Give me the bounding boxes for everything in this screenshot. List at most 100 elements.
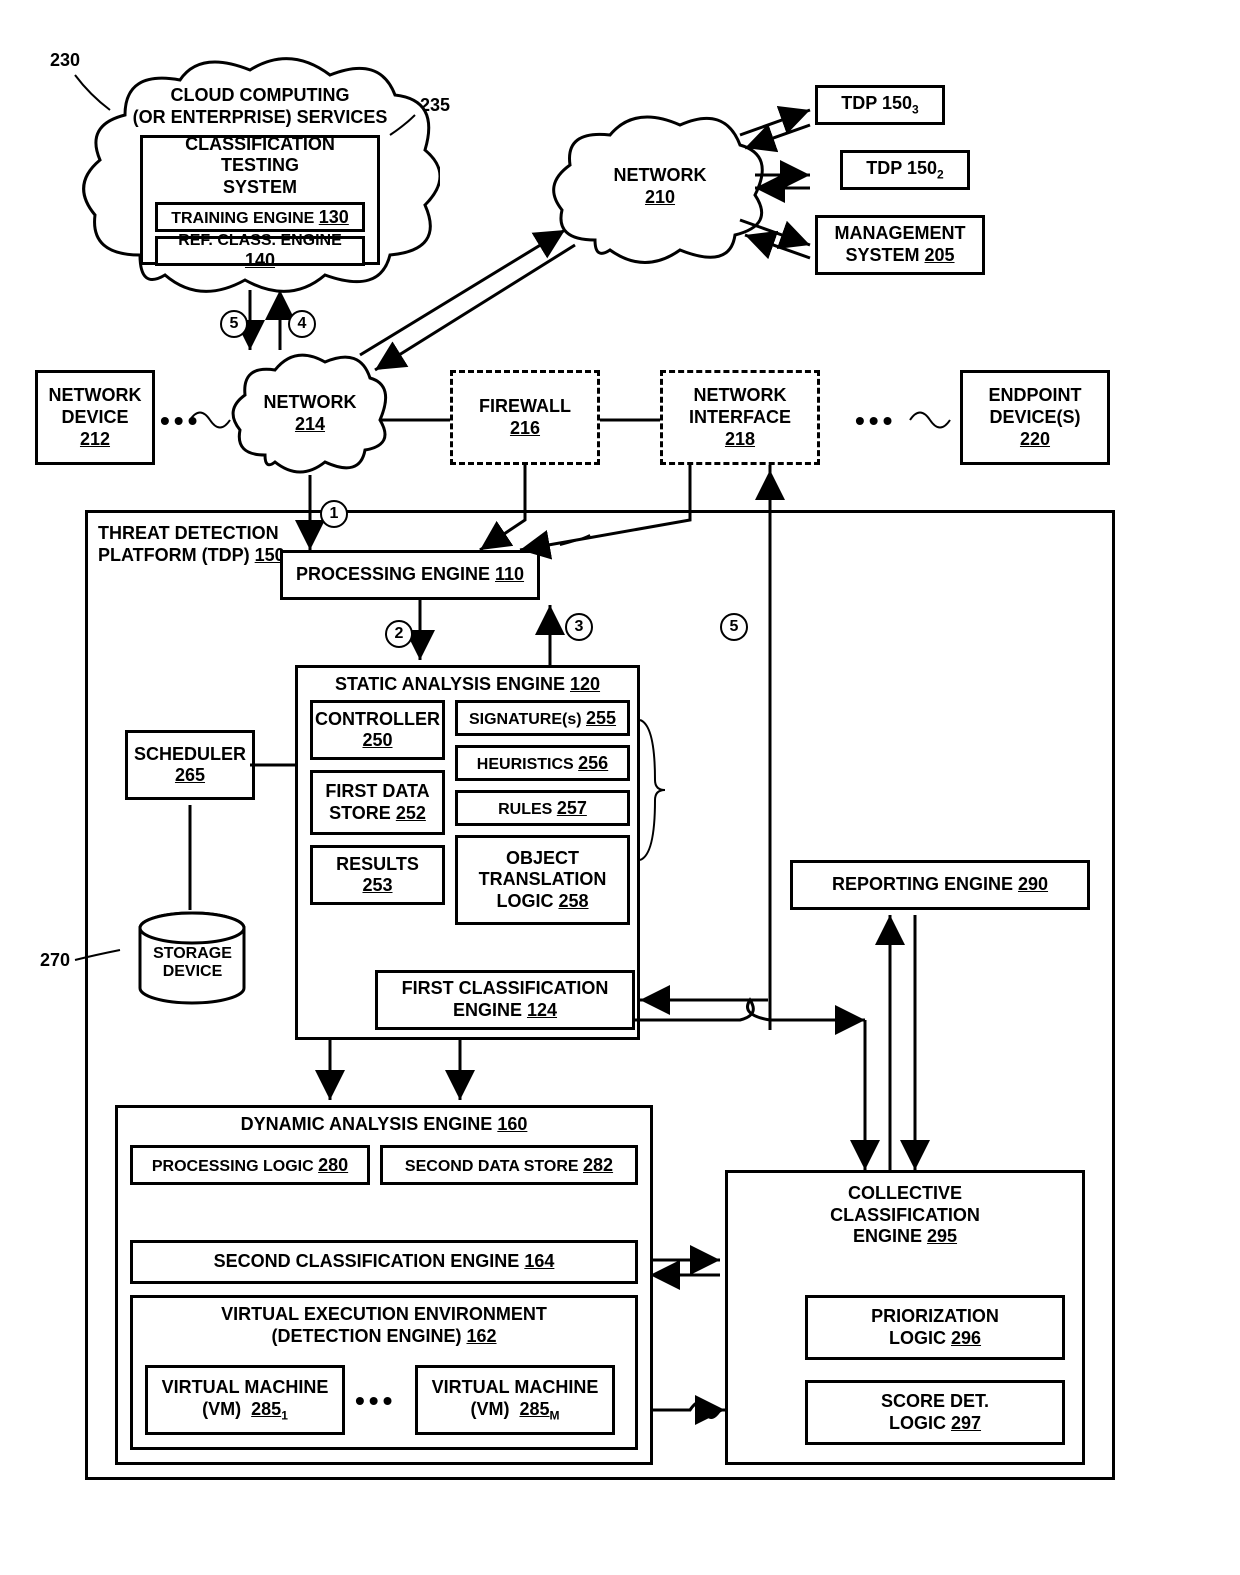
endpoint-l1: ENDPOINT [988,385,1081,407]
rep-ref: 290 [1018,874,1048,894]
net214-label: NETWORK [230,392,390,414]
rules-label: RULES [498,801,552,818]
col-ref: 295 [927,1226,957,1246]
ctrl-label: CONTROLLER [315,709,440,731]
scheduler: SCHEDULER 265 [125,730,255,800]
prior-l2: LOGIC [889,1328,946,1348]
tdp-t1: THREAT DETECTION [98,523,279,543]
dyn-ref: 160 [497,1114,527,1134]
training-ref: 130 [319,207,349,227]
storage-device: STORAGE DEVICE [135,910,250,1015]
vm-m: VIRTUAL MACHINE (VM) 285M [415,1365,615,1435]
firewall-label: FIREWALL [479,396,571,418]
mgmt-l2: SYSTEM [845,245,919,265]
network-device: NETWORK DEVICE 212 [35,370,155,465]
mgmt-l1: MANAGEMENT [835,223,966,245]
heur-label: HEURISTICS [477,756,574,773]
step-3: 3 [565,613,593,641]
net210-label: NETWORK [550,165,770,187]
netif-l1: NETWORK [694,385,787,407]
fce-l1: FIRST CLASSIFICATION [402,978,609,1000]
sce-ref: 164 [524,1251,554,1271]
vm1-ref: 285 [251,1399,281,1419]
storage-l1: STORAGE [135,945,250,963]
second-classification-engine: SECOND CLASSIFICATION ENGINE 164 [130,1240,638,1284]
net210-ref: 210 [550,187,770,208]
sig-ref: 255 [586,708,616,728]
architecture-diagram: 230 235 270 240 122 260 288 1 2 3 4 5 5 … [20,20,1220,1555]
score-l2: LOGIC [889,1413,946,1433]
ref-270: 270 [40,950,70,971]
res-label: RESULTS [336,854,419,876]
vmm-ref: 285 [519,1399,549,1419]
netif-l2: INTERFACE [689,407,791,429]
netdev-l2: DEVICE [61,407,128,429]
netif-ref: 218 [725,429,755,450]
vmm-l1: VIRTUAL MACHINE [432,1377,599,1399]
network-214-cloud: NETWORK 214 [230,350,390,480]
firewall-ref: 216 [510,418,540,439]
endpoint-devices: ENDPOINT DEVICE(S) 220 [960,370,1110,465]
ref-class-engine: REF. CLASS. ENGINE 140 [155,236,365,266]
vmm-sub: M [550,1408,560,1422]
static-ref: 120 [570,674,600,694]
ref-class-ref: 140 [245,250,275,270]
static-title: STATIC ANALYSIS ENGINE [335,674,565,694]
endpoint-l2: DEVICE(S) [989,407,1080,429]
prior-l1: PRIORIZATION [871,1306,999,1328]
training-label: TRAINING ENGINE [171,210,314,227]
netdev-l1: NETWORK [49,385,142,407]
cts-l2: SYSTEM [223,177,297,199]
ref-class-label: REF. CLASS. ENGINE [178,232,342,249]
col-t3: ENGINE [853,1226,922,1246]
tdp-1503: TDP 1503 [815,85,945,125]
reporting-engine: REPORTING ENGINE 290 [790,860,1090,910]
training-engine: TRAINING ENGINE 130 [155,202,365,232]
tdp3-sub: 3 [912,103,919,117]
endpoint-ref: 220 [1020,429,1050,450]
tdp2-sub: 2 [937,168,944,182]
signatures: SIGNATURE(s) 255 [455,700,630,736]
network-210-cloud: NETWORK 210 [550,110,770,270]
sds-label: SECOND DATA STORE [405,1158,579,1175]
sce-label: SECOND CLASSIFICATION ENGINE [214,1251,520,1271]
firewall: FIREWALL 216 [450,370,600,465]
otl-ref: 258 [558,891,588,911]
fds-ref: 252 [396,803,426,823]
cloud-title-l2: (OR ENTERPRISE) SERVICES [80,107,440,129]
ellipsis-right: ••• [855,405,896,437]
net214-ref: 214 [230,414,390,435]
results: RESULTS 253 [310,845,445,905]
classification-testing-system: CLASSIFICATION TESTING SYSTEM TRAINING E… [140,135,380,265]
processing-logic: PROCESSING LOGIC 280 [130,1145,370,1185]
sig-label: SIGNATURE(s) [469,711,582,728]
first-classification-engine: FIRST CLASSIFICATION ENGINE 124 [375,970,635,1030]
fds-l1: FIRST DATA [325,781,429,803]
score-ref: 297 [951,1413,981,1433]
ref-230: 230 [50,50,80,71]
network-interface: NETWORK INTERFACE 218 [660,370,820,465]
vm1-sub: 1 [281,1408,288,1422]
vee-ref: 162 [466,1326,496,1346]
vm-ellipsis: ••• [355,1385,396,1417]
step-1: 1 [320,500,348,528]
heur-ref: 256 [578,753,608,773]
fds-l2: STORE [329,803,391,823]
fce-ref: 124 [527,1000,557,1020]
pe-ref: 110 [495,564,524,584]
vmm-l2: (VM) [470,1399,509,1419]
pl-label: PROCESSING LOGIC [152,1158,314,1175]
first-data-store: FIRST DATA STORE 252 [310,770,445,835]
otl-l3: LOGIC [496,891,553,911]
cloud-title-l1: CLOUD COMPUTING [80,85,440,107]
fce-l2: ENGINE [453,1000,522,1020]
processing-engine: PROCESSING ENGINE 110 [280,550,540,600]
storage-l2: DEVICE [135,963,250,981]
ellipsis-left: ••• [160,405,201,437]
otl-l1: OBJECT [506,848,579,870]
tdp-1502: TDP 1502 [840,150,970,190]
prior-ref: 296 [951,1328,981,1348]
res-ref: 253 [362,875,392,896]
vee-l2: (DETECTION ENGINE) [271,1326,461,1346]
second-data-store: SECOND DATA STORE 282 [380,1145,638,1185]
